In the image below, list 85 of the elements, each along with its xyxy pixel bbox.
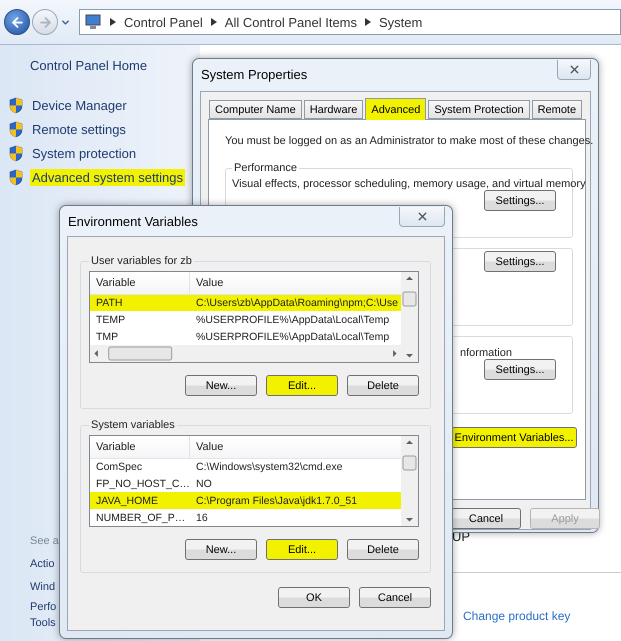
shield-icon — [8, 96, 24, 114]
tab[interactable]: Remote — [532, 100, 582, 119]
column-header[interactable]: Value — [190, 436, 401, 458]
sidebar-link[interactable]: System protection — [30, 144, 138, 162]
group-label: System variables — [90, 419, 176, 431]
close-icon — [568, 63, 580, 76]
variable-row[interactable]: PATH C:\Users\zb\AppData\Roaming\npm;C:\Use — [90, 294, 401, 312]
tab[interactable]: Advanced — [365, 98, 426, 120]
horizontal-scrollbar[interactable] — [90, 345, 401, 362]
settings-button[interactable]: Settings... — [484, 359, 556, 380]
breadcrumb[interactable]: All Control Panel Items — [224, 14, 358, 30]
variable-row[interactable]: NUMBER_OF_P… 16 — [90, 509, 401, 526]
variable-action-button[interactable]: Edit... — [266, 375, 338, 396]
breadcrumb-arrow-icon — [365, 18, 372, 26]
back-button[interactable] — [4, 9, 30, 35]
column-header[interactable]: Value — [190, 272, 401, 294]
dialog-button[interactable]: Cancel — [451, 508, 521, 529]
column-header[interactable]: Variable — [90, 436, 190, 458]
variable-name-cell-text: ComSpec — [95, 461, 144, 474]
variable-value-cell-text: %USERPROFILE%\AppData\Local\Temp — [195, 330, 390, 343]
variable-action-button[interactable]: Delete — [347, 375, 419, 396]
breadcrumb[interactable]: Control Panel — [124, 14, 203, 30]
breadcrumb-arrow-icon — [110, 18, 116, 26]
variable-value-cell-text: C:\Users\zb\AppData\Roaming\npm;C:\Use — [195, 297, 399, 310]
variables-list[interactable]: Variable Value ComSpec C:\Windows\system32\cmd.exe FP_NO_HOST_C… NO JAVA_HOME C:\Program Files\Java\jdk1.7.0_51 NUMBER_OF_P… 16 — [89, 435, 419, 527]
window-title: System Properties — [201, 67, 308, 82]
shield-icon — [8, 168, 24, 186]
see-also-heading: See a — [30, 535, 59, 547]
variable-value-cell-text: %USERPROFILE%\AppData\Local\Temp — [195, 314, 390, 326]
dialog-button[interactable]: Cancel — [359, 587, 431, 608]
group-description: nformation — [460, 347, 512, 359]
tab[interactable]: Computer Name — [209, 100, 302, 119]
change-product-key-link[interactable]: Change product key — [463, 609, 621, 623]
shield-icon — [8, 120, 24, 138]
dialog-button[interactable]: OK — [278, 587, 350, 608]
breadcrumb-arrow-icon — [210, 18, 217, 26]
variable-name-cell-text: PATH — [95, 297, 124, 310]
variable-name-cell-text: TEMP — [95, 314, 126, 326]
variable-value-cell-text: C:\Program Files\Java\jdk1.7.0_51 — [195, 494, 358, 507]
vertical-scrollbar[interactable] — [401, 436, 418, 526]
variables-list[interactable]: Variable Value PATH C:\Users\zb\AppData\Roaming\npm;C:\Use TEMP %USERPROFILE%\AppData\Local\Temp TMP %USERPROFILE%\AppData\Local\Temp — [89, 271, 419, 363]
window-title: Environment Variables — [68, 214, 198, 229]
sidebar-link[interactable]: Wind — [30, 576, 56, 599]
variable-action-button[interactable]: New... — [185, 375, 257, 396]
breadcrumb[interactable]: System — [379, 14, 422, 30]
variable-action-button[interactable]: New... — [185, 539, 257, 560]
variable-row[interactable]: TEMP %USERPROFILE%\AppData\Local\Temp — [90, 311, 401, 328]
variable-row[interactable]: FP_NO_HOST_C… NO — [90, 476, 401, 492]
variable-value-cell-text: 16 — [195, 512, 209, 524]
close-button[interactable] — [557, 60, 591, 80]
group-label: Performance — [233, 162, 298, 174]
variable-name-cell-text: NUMBER_OF_P… — [95, 512, 186, 524]
variable-name-cell-text: TMP — [95, 330, 120, 343]
variable-name-cell-text: JAVA_HOME — [95, 494, 160, 507]
sidebar-link[interactable]: Perfo — [30, 599, 56, 615]
sidebar-link[interactable]: Remote settings — [30, 120, 128, 138]
group-label: User variables for zb — [90, 255, 193, 267]
notice-text: You must be logged on as an Administrator to make most of these changes. — [225, 134, 594, 148]
tab[interactable]: Hardware — [304, 100, 364, 119]
tab[interactable]: System Protection — [428, 100, 530, 119]
settings-button[interactable]: Settings... — [484, 251, 556, 272]
group-description: Visual effects, processor scheduling, memory usage, and virtual memory — [232, 178, 586, 190]
variable-row[interactable]: JAVA_HOME C:\Program Files\Java\jdk1.7.0_51 — [90, 492, 401, 510]
variable-action-button[interactable]: Delete — [347, 539, 419, 560]
column-header[interactable]: Variable — [90, 272, 190, 294]
variable-row[interactable]: ComSpec C:\Windows\system32\cmd.exe — [90, 458, 401, 476]
variable-value-cell-text: NO — [195, 478, 213, 490]
variable-value-cell-text: C:\Windows\system32\cmd.exe — [195, 461, 344, 474]
sidebar-link[interactable]: Tools — [30, 615, 56, 631]
sidebar-link[interactable]: Device Manager — [30, 96, 129, 114]
shield-icon — [8, 144, 24, 162]
environment-variables-button[interactable]: Environment Variables... — [451, 427, 577, 448]
settings-button[interactable]: Settings... — [484, 190, 556, 211]
sidebar-link[interactable]: Advanced system settings — [30, 168, 186, 186]
address-field[interactable]: Control Panel All Control Panel Items System — [79, 9, 621, 35]
computer-icon — [84, 14, 102, 30]
close-button[interactable] — [399, 207, 445, 227]
sidebar-home-link[interactable]: Control Panel Home — [30, 58, 148, 73]
variable-name-cell-text: FP_NO_HOST_C… — [95, 478, 190, 490]
forward-arrow-icon — [38, 14, 52, 30]
variable-action-button[interactable]: Edit... — [266, 539, 338, 560]
sidebar-link[interactable]: Actio — [30, 553, 54, 576]
variable-row[interactable]: TMP %USERPROFILE%\AppData\Local\Temp — [90, 328, 401, 345]
close-icon — [416, 210, 428, 223]
vertical-scrollbar[interactable] — [401, 272, 418, 362]
